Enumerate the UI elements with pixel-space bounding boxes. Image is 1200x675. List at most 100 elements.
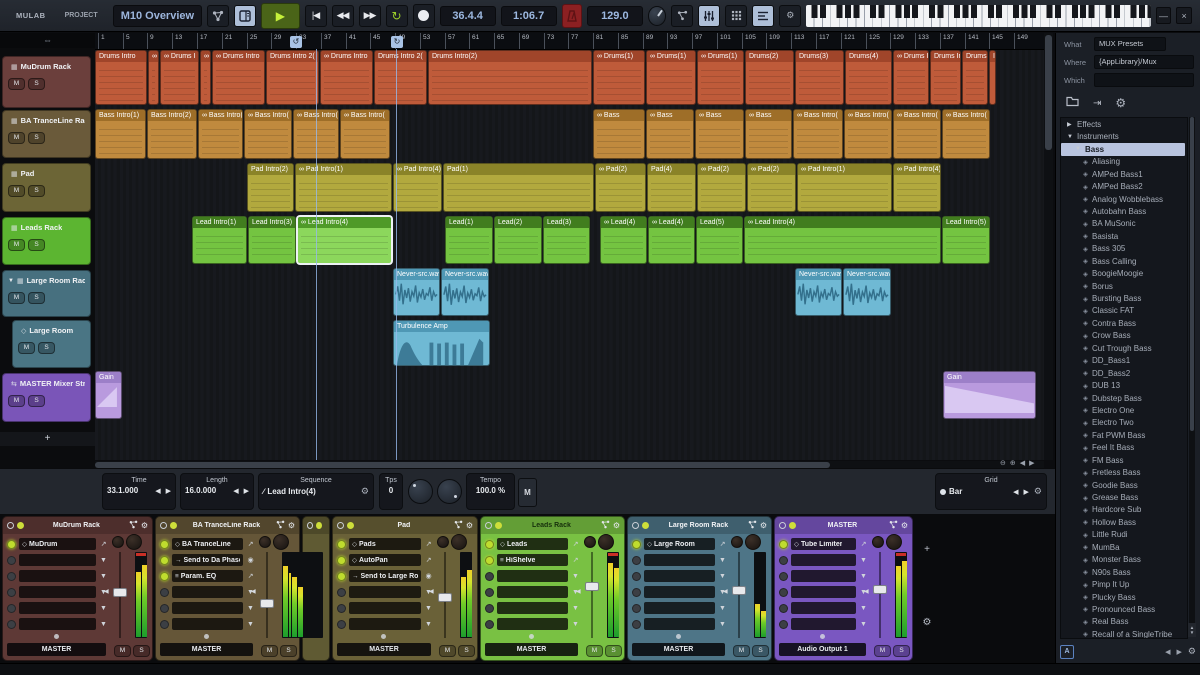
what-field[interactable]: MUX Presets	[1094, 37, 1166, 51]
strip-power-icon[interactable]	[485, 522, 492, 529]
gain-knob[interactable]	[598, 534, 614, 550]
device-slot[interactable]: ▼	[779, 617, 868, 631]
midi-clip[interactable]: ∞ Drums Intro	[212, 50, 265, 105]
midi-clip[interactable]: Drums In	[962, 50, 988, 105]
pan-knob[interactable]	[872, 536, 884, 548]
mute-button[interactable]: M	[733, 645, 750, 657]
device-slot[interactable]: ◇ AutoPan ↗	[337, 553, 433, 567]
device-slot[interactable]: ▼	[7, 569, 108, 583]
midi-clip[interactable]: ∞ Bass	[646, 109, 694, 159]
strip-output[interactable]: Audio Output 1	[779, 643, 866, 656]
loop-button[interactable]: ↻	[386, 5, 408, 27]
midi-clip[interactable]: Lead(2)	[494, 216, 542, 264]
fader-handle[interactable]	[438, 593, 452, 602]
strip-active-led-icon[interactable]	[17, 522, 24, 529]
midi-clip[interactable]: Lead(3)	[543, 216, 590, 264]
strip-power-icon[interactable]	[160, 522, 167, 529]
slot-action-icon[interactable]: ↗	[424, 556, 433, 564]
midi-clip[interactable]: ∞ Pad(2)	[697, 163, 746, 212]
automation-clip[interactable]: Turbulence Amp	[393, 320, 490, 366]
slot-action-icon[interactable]: ▼	[424, 605, 433, 612]
slot-action-icon[interactable]: ↗	[571, 556, 580, 564]
preset-item[interactable]: ◈ Borus	[1061, 280, 1187, 292]
preset-item[interactable]: ◈ Hollow Bass	[1061, 516, 1187, 528]
slot-action-icon[interactable]: ↗	[718, 540, 727, 548]
slot-led-icon[interactable]	[632, 556, 641, 565]
slot-action-icon[interactable]: ▼	[571, 621, 580, 628]
strip-output[interactable]: MASTER	[632, 643, 725, 656]
device-slot[interactable]: ◇ MuDrum ↗	[7, 537, 108, 551]
slot-led-icon[interactable]	[160, 540, 169, 549]
tree-item[interactable]: ▼ Instruments	[1061, 131, 1187, 144]
app-logo[interactable]: MULAB	[16, 11, 46, 20]
strip-header[interactable]: Da ⚙	[303, 517, 329, 534]
slot-led-icon[interactable]	[779, 620, 788, 629]
strip-gear-icon[interactable]: ⚙	[466, 521, 473, 530]
solo-button[interactable]: S	[28, 239, 45, 251]
rack-view-button[interactable]	[234, 5, 256, 27]
strip-link-dot[interactable]	[820, 634, 825, 639]
mixer-toggle-button[interactable]	[698, 5, 720, 27]
device-slot[interactable]: ▼	[632, 569, 727, 583]
device-slot[interactable]: ▼	[337, 617, 433, 631]
track-header[interactable]: ◇ Large Room M S	[12, 320, 91, 368]
fader-handle[interactable]	[260, 599, 274, 608]
slot-action-icon[interactable]: ↗	[424, 540, 433, 548]
loop-marker-icon[interactable]: ↺	[290, 36, 302, 48]
preset-item[interactable]: ◈ Cut Trough Bass	[1061, 342, 1187, 354]
preset-item[interactable]: ◈ Fat PWM Bass	[1061, 429, 1187, 441]
tree-arrow-icon[interactable]: ▶	[1067, 121, 1074, 128]
patch-toggle-button[interactable]	[671, 5, 693, 27]
gain-knob[interactable]	[451, 534, 467, 550]
auto-preview-button[interactable]: A	[1060, 645, 1074, 659]
preset-item[interactable]: ◈ BA MuSonic	[1061, 218, 1187, 230]
midi-clip[interactable]: Bass Intro(1)	[95, 109, 146, 159]
mixer-gear-icon[interactable]: ⚙	[923, 617, 932, 628]
strip-header[interactable]: Pad ⚙	[333, 517, 477, 534]
grid-value[interactable]: Bar	[949, 487, 962, 496]
grid-toggle[interactable]	[940, 489, 946, 495]
header-width-handle[interactable]: ⇔	[0, 33, 95, 48]
midi-clip[interactable]: ∞ Drums I	[160, 50, 199, 105]
preset-item[interactable]: ◈ Fretless Bass	[1061, 466, 1187, 478]
slot-led-icon[interactable]	[7, 588, 16, 597]
midi-clip[interactable]: ∞ Lead Intro(4)	[744, 216, 941, 264]
slot-led-icon[interactable]	[7, 556, 16, 565]
time-value[interactable]: 33.1.000	[107, 486, 138, 495]
slot-led-icon[interactable]	[337, 620, 346, 629]
volume-fader[interactable]	[584, 552, 600, 638]
slot-led-icon[interactable]	[485, 620, 494, 629]
midi-clip[interactable]: Bass Intro(2)	[147, 109, 197, 159]
track-header[interactable]: ▦ Pad M S	[2, 163, 91, 212]
slot-led-icon[interactable]	[337, 588, 346, 597]
preset-item[interactable]: ◈ Aliasing	[1061, 156, 1187, 168]
volume-fader[interactable]	[437, 552, 453, 638]
rewind-button[interactable]: ◀◀	[332, 5, 354, 27]
close-button[interactable]: ×	[1176, 7, 1192, 24]
gain-knob[interactable]	[745, 534, 761, 550]
slot-led-icon[interactable]	[485, 556, 494, 565]
midi-clip[interactable]: Drums(2)	[745, 50, 794, 105]
midi-clip[interactable]: ∞ Bass	[593, 109, 645, 159]
metronome-button[interactable]	[562, 4, 582, 28]
strip-output[interactable]: MASTER	[485, 643, 578, 656]
volume-fader[interactable]	[731, 552, 747, 638]
midi-clip[interactable]: ∞ Bass Intro(	[844, 109, 892, 159]
decrement-icon[interactable]: ◀	[155, 487, 160, 495]
device-slot[interactable]: ▼	[632, 553, 727, 567]
patch-icon[interactable]	[454, 520, 463, 531]
strip-header[interactable]: BA TranceLine Rack ⚙	[156, 517, 299, 534]
mute-button[interactable]: M	[8, 292, 25, 304]
fader-handle[interactable]	[732, 586, 746, 595]
slot-action-icon[interactable]: ▼	[859, 605, 868, 612]
midi-clip[interactable]: ∞ Drums(1)	[697, 50, 744, 105]
mute-button[interactable]: M	[8, 78, 25, 90]
midi-clip[interactable]: Pad Intro(2)	[247, 163, 294, 212]
grid-gear-icon[interactable]: ⚙	[1034, 486, 1042, 497]
slot-action-icon[interactable]: ▼	[718, 573, 727, 580]
add-track-button[interactable]: +	[0, 432, 95, 446]
slot-led-icon[interactable]	[160, 620, 169, 629]
solo-button[interactable]: S	[133, 645, 150, 657]
preset-item[interactable]: ◈ Bass 305	[1061, 243, 1187, 255]
slot-led-icon[interactable]	[632, 540, 641, 549]
